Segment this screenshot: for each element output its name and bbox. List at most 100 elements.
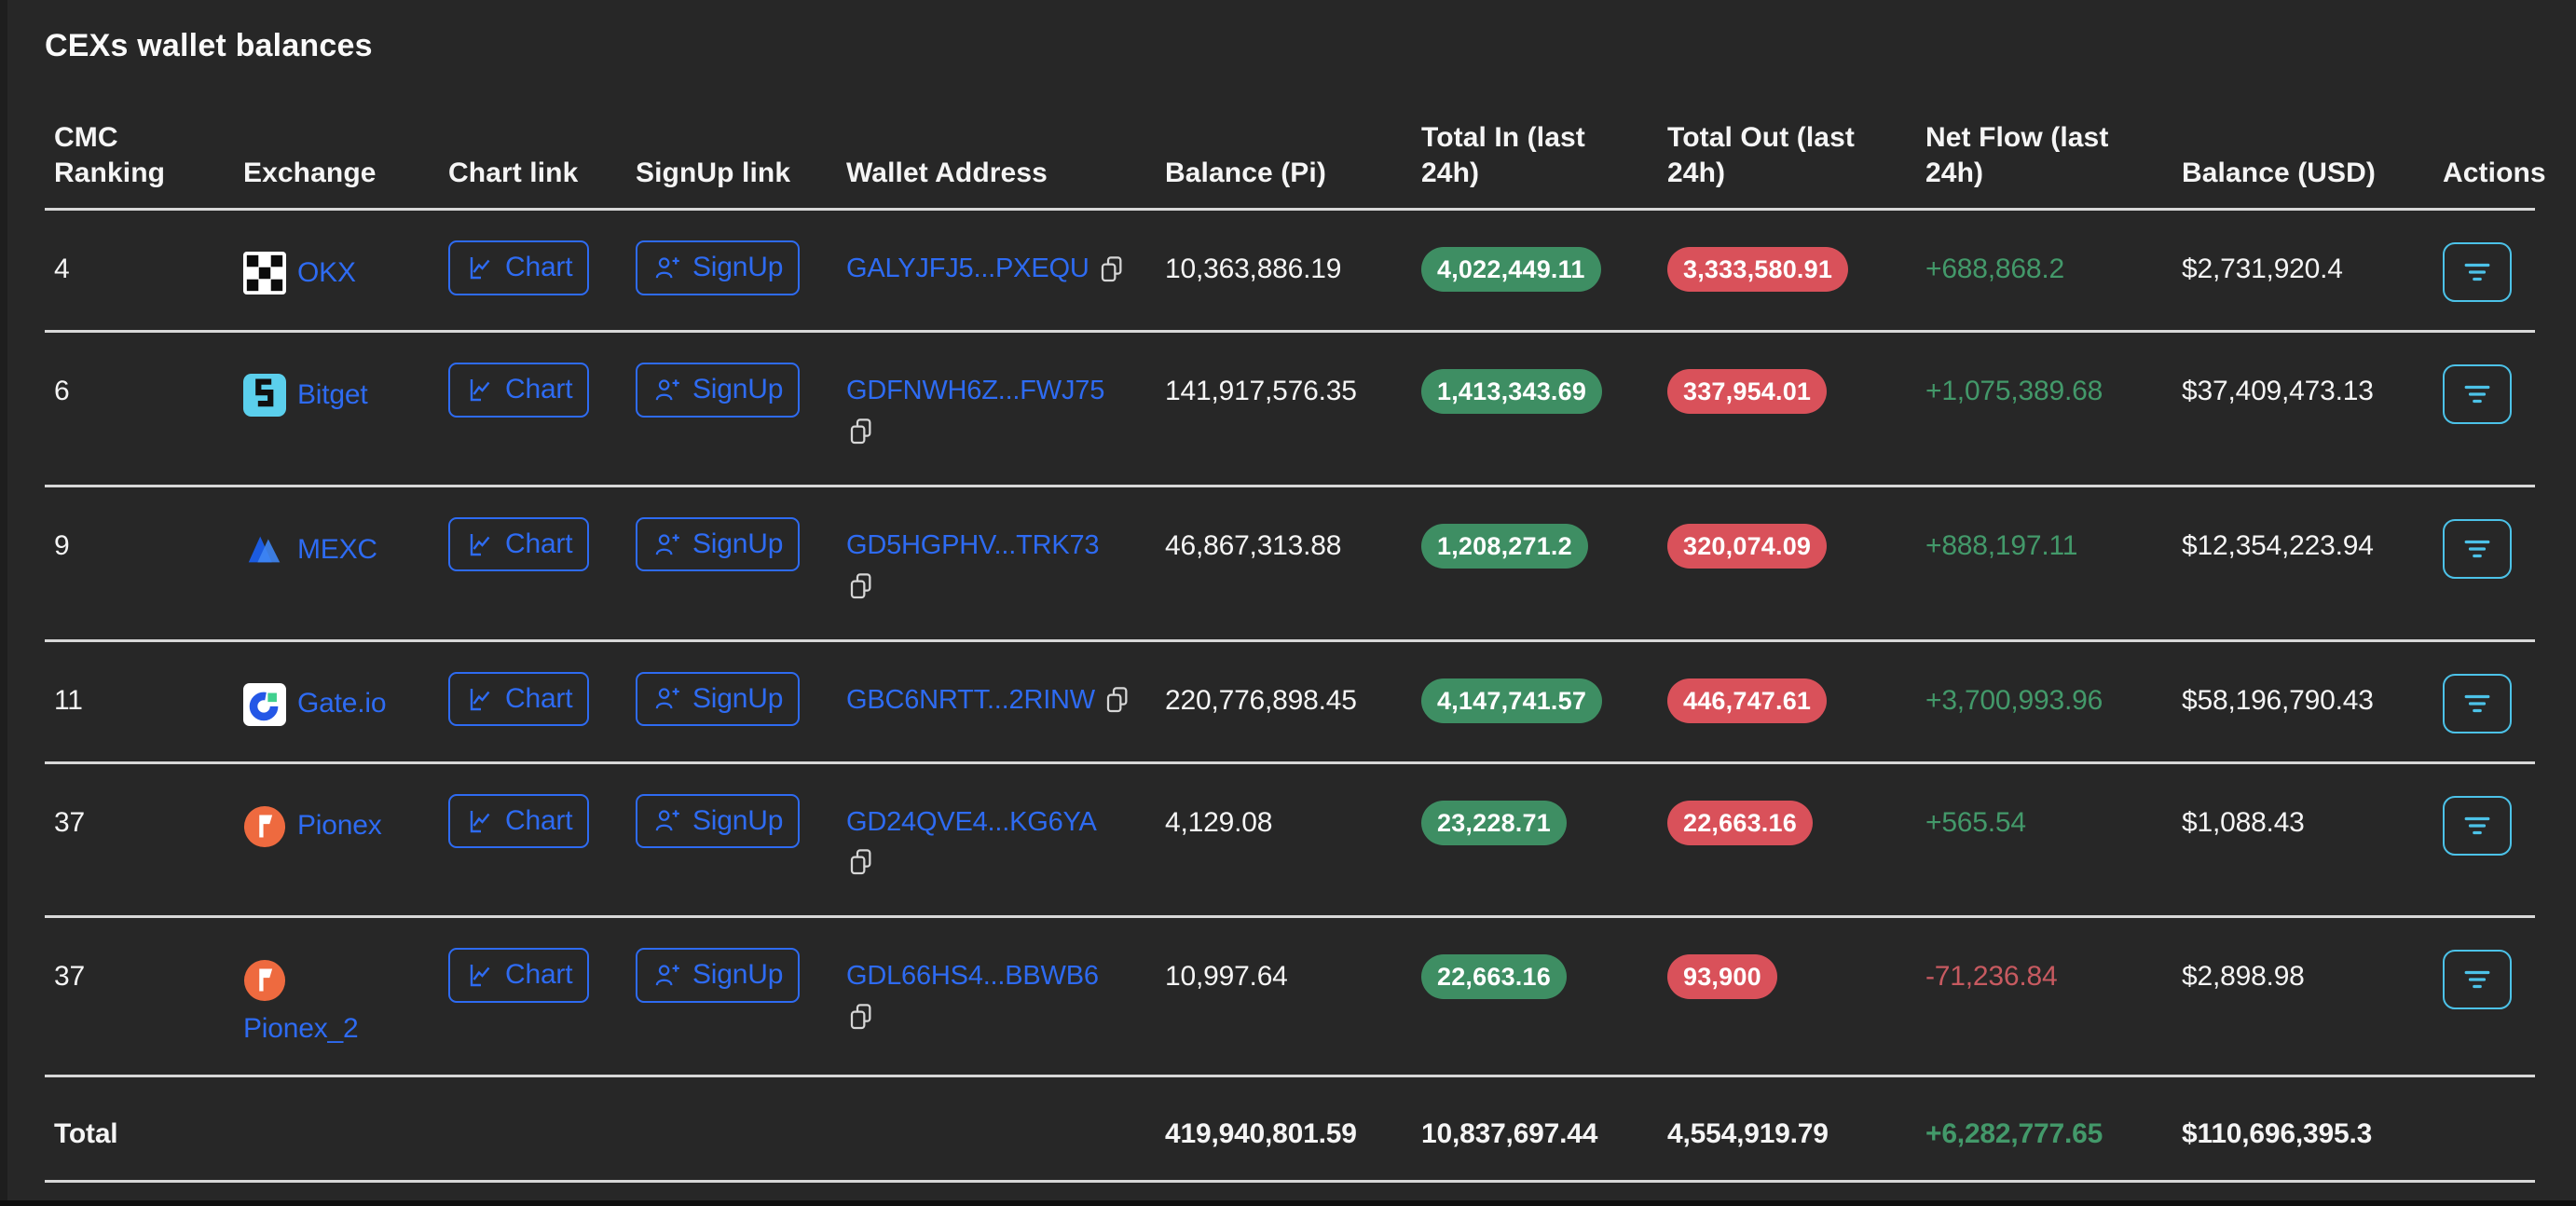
exchange-name-link[interactable]: Pionex: [297, 808, 382, 843]
exchange-cell: MEXC: [243, 528, 448, 571]
wallet-address-cell: GALYJFJ5...PXEQU: [846, 252, 1165, 286]
actions-cell: [2443, 242, 2535, 303]
chart-button-label: Chart: [505, 804, 573, 836]
wallet-address-cell: GBC6NRTT...2RINW: [846, 683, 1165, 718]
wallet-address-link[interactable]: GBC6NRTT...2RINW: [846, 683, 1095, 718]
chart-button-label: Chart: [505, 682, 573, 714]
person-add-icon: [655, 965, 679, 986]
table-total-row: Total 419,940,801.59 10,837,697.44 4,554…: [45, 1077, 2535, 1184]
total-in-cell: 1,208,271.2: [1421, 523, 1667, 569]
copy-address-button[interactable]: [846, 846, 876, 878]
filter-icon: [2464, 694, 2490, 712]
signup-button[interactable]: SignUp: [636, 363, 801, 418]
signup-link-cell: SignUp: [636, 516, 846, 572]
page-title: CEXs wallet balances: [45, 28, 373, 63]
wallet-address-link[interactable]: GD24QVE4...KG6YA: [846, 805, 1097, 840]
total-in-cell: 4,022,449.11: [1421, 247, 1667, 293]
exchange-cell: Pionex: [243, 805, 448, 848]
person-add-icon: [655, 688, 679, 709]
total-in-badge: 22,663.16: [1421, 954, 1567, 1000]
exchange-cell: Pionex_2: [243, 959, 448, 1047]
copy-address-button[interactable]: [846, 416, 876, 447]
signup-link-cell: SignUp: [636, 363, 846, 418]
total-out-badge: 22,663.16: [1667, 800, 1813, 845]
exchange-name-link[interactable]: MEXC: [297, 532, 377, 568]
wallet-address-link[interactable]: GDFNWH6Z...FWJ75: [846, 374, 1104, 408]
chart-line-icon: [470, 688, 490, 710]
exchange-name-link[interactable]: Bitget: [297, 377, 368, 413]
balance-usd-value: $12,354,223.94: [2182, 529, 2374, 561]
exchange-name-link[interactable]: Gate.io: [297, 686, 387, 721]
actions-button[interactable]: [2443, 950, 2512, 1010]
actions-button[interactable]: [2443, 364, 2512, 425]
total-in-cell: 23,228.71: [1421, 800, 1667, 845]
copy-address-button[interactable]: [846, 1001, 876, 1033]
copy-icon: [850, 1004, 871, 1030]
copy-address-button[interactable]: [846, 570, 876, 602]
wallet-address-link[interactable]: GD5HGPHV...TRK73: [846, 528, 1100, 563]
header-cmc-ranking: CMC Ranking: [54, 122, 166, 189]
signup-link-cell: SignUp: [636, 948, 846, 1003]
exchange-name-link[interactable]: Pionex_2: [243, 1011, 359, 1047]
wallet-address-cell: GD24QVE4...KG6YA: [846, 805, 1165, 888]
filter-icon: [2464, 816, 2490, 834]
actions-cell: [2443, 518, 2535, 579]
actions-button[interactable]: [2443, 242, 2512, 303]
total-out-cell: 337,954.01: [1667, 369, 1925, 415]
cmc-rank-value: 37: [54, 806, 85, 838]
chart-button[interactable]: Chart: [448, 240, 590, 295]
total-out-badge: 337,954.01: [1667, 369, 1828, 415]
signup-button-label: SignUp: [692, 374, 784, 405]
actions-cell: [2443, 364, 2535, 425]
balance-pi-value: 220,776,898.45: [1165, 684, 1357, 716]
signup-button[interactable]: SignUp: [636, 671, 801, 726]
chart-button[interactable]: Chart: [448, 671, 590, 726]
chart-line-icon: [470, 534, 490, 556]
actions-button[interactable]: [2443, 795, 2512, 856]
cmc-rank-value: 11: [54, 684, 83, 716]
chart-line-icon: [470, 257, 490, 280]
exchange-cell: OKX: [243, 252, 448, 295]
table-body: 4 OKX Chart SignUp GALYJFJ5...PXEQU 10,363,88…: [45, 211, 2535, 1078]
wallet-address-link[interactable]: GDL66HS4...BBWB6: [846, 959, 1099, 994]
total-in-cell: 1,413,343.69: [1421, 369, 1667, 415]
wallet-address-link[interactable]: GALYJFJ5...PXEQU: [846, 252, 1089, 286]
header-chart-link: Chart link: [448, 158, 579, 189]
header-exchange: Exchange: [243, 158, 377, 189]
total-net-flow: +6,282,777.65: [1925, 1118, 2103, 1150]
balance-pi-value: 10,997.64: [1165, 961, 1288, 993]
actions-cell: [2443, 950, 2535, 1010]
header-balance-usd: Balance (USD): [2182, 158, 2377, 189]
actions-button[interactable]: [2443, 673, 2512, 733]
chart-link-cell: Chart: [448, 516, 636, 572]
total-in-badge: 1,413,343.69: [1421, 369, 1603, 415]
total-out-sum: 4,554,919.79: [1667, 1118, 1829, 1150]
window-left-edge: [0, 0, 7, 1206]
signup-button[interactable]: SignUp: [636, 948, 801, 1003]
net-flow-value: -71,236.84: [1925, 961, 2058, 993]
chart-button[interactable]: Chart: [448, 363, 590, 418]
chart-button[interactable]: Chart: [448, 793, 590, 848]
chart-button[interactable]: Chart: [448, 516, 590, 572]
actions-button[interactable]: [2443, 518, 2512, 579]
total-in-badge: 1,208,271.2: [1421, 523, 1588, 569]
net-flow-value: +565.54: [1925, 806, 2026, 838]
cmc-rank-value: 6: [54, 376, 70, 407]
mexc-logo-icon: [243, 528, 286, 571]
total-in-cell: 22,663.16: [1421, 954, 1667, 1000]
exchange-name-link[interactable]: OKX: [297, 255, 356, 291]
copy-address-button[interactable]: [1097, 254, 1127, 285]
gateio-logo-icon: [243, 682, 286, 726]
signup-button[interactable]: SignUp: [636, 793, 801, 848]
chart-button[interactable]: Chart: [448, 948, 590, 1003]
exchange-cell: Bitget: [243, 374, 448, 418]
actions-cell: [2443, 673, 2535, 733]
copy-address-button[interactable]: [1103, 684, 1132, 716]
header-signup-link: SignUp link: [636, 158, 791, 189]
signup-button[interactable]: SignUp: [636, 240, 801, 295]
table-row: 9 MEXC Chart SignUp GD5HGPHV...TRK73 46,867,3…: [45, 487, 2535, 642]
person-add-icon: [655, 257, 679, 279]
wallet-address-cell: GDL66HS4...BBWB6: [846, 959, 1165, 1042]
signup-button[interactable]: SignUp: [636, 516, 801, 572]
cmc-rank-value: 4: [54, 254, 70, 285]
